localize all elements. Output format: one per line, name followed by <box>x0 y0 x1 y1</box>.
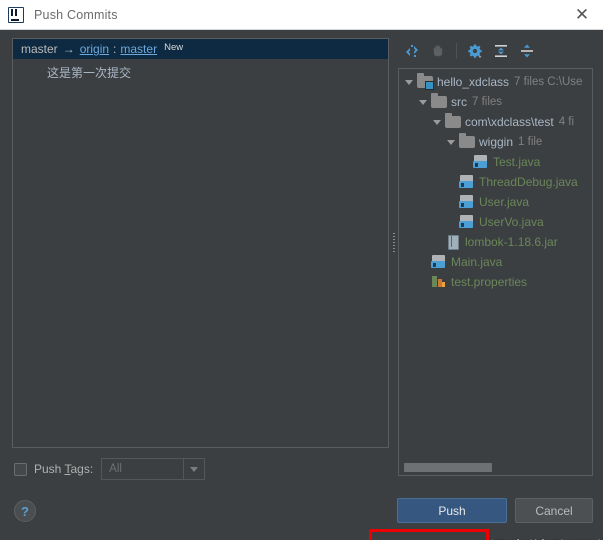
cancel-button[interactable]: Cancel <box>515 498 593 523</box>
tree-node[interactable]: UserVo.java <box>399 212 592 232</box>
tree-node-label: com\xdclass\test <box>465 115 554 129</box>
annotation-highlight-box <box>369 529 489 540</box>
panel-splitter[interactable] <box>390 38 398 448</box>
push-tags-select-value: All <box>109 463 122 475</box>
push-button[interactable]: Push <box>397 498 507 523</box>
tree-node[interactable]: Main.java <box>399 252 592 272</box>
java-file-icon <box>431 255 447 269</box>
tree-node-label: Main.java <box>451 255 503 269</box>
tree-node-meta: 7 files <box>472 96 503 108</box>
tree-node[interactable]: lombok-1.18.6.jar <box>399 232 592 252</box>
java-file-icon <box>459 215 475 229</box>
tree-nodes: hello_xdclass 7 files C:\Use src 7 files com… <box>399 72 592 292</box>
dialog-button-row: Push Cancel <box>397 498 593 523</box>
push-tags-row: Push Tags: All <box>14 458 206 480</box>
tree-node[interactable]: src 7 files <box>399 92 592 112</box>
folder-icon <box>445 113 461 128</box>
push-tags-select[interactable]: All <box>101 458 206 480</box>
splitter-grip-icon <box>393 233 395 253</box>
push-tags-label: Push Tags: <box>34 462 93 476</box>
settings-gear-icon[interactable] <box>464 40 486 62</box>
push-commits-dialog: Push Commits ✕ master → origin : master … <box>0 0 603 540</box>
watermark-text: CSDN @程序猿张同学 <box>393 533 603 540</box>
tree-node-label: hello_xdclass <box>437 75 510 89</box>
properties-file-icon <box>431 275 447 289</box>
push-tags-label-post: ags: <box>70 462 94 476</box>
help-button[interactable]: ? <box>14 500 36 522</box>
tree-toolbar <box>398 38 591 64</box>
tree-node-label: User.java <box>479 195 530 209</box>
tree-node[interactable]: wiggin 1 file <box>399 132 592 152</box>
folder-icon <box>431 93 447 108</box>
chevron-down-icon[interactable] <box>183 459 204 479</box>
tree-node-label: Test.java <box>493 155 541 169</box>
collapse-all-icon[interactable] <box>490 40 512 62</box>
window-title: Push Commits <box>34 7 118 22</box>
tree-node-label: wiggin <box>479 135 514 149</box>
tree-node-label: ThreadDebug.java <box>479 175 578 189</box>
show-diff-icon[interactable] <box>401 40 423 62</box>
java-file-icon <box>459 195 475 209</box>
close-icon[interactable]: ✕ <box>561 0 603 29</box>
changed-files-tree[interactable]: hello_xdclass 7 files C:\Use src 7 files com… <box>398 68 593 476</box>
title-bar: Push Commits ✕ <box>0 0 603 30</box>
remote-branch-link[interactable]: master <box>120 42 157 56</box>
commits-panel[interactable]: master → origin : master New 这是第一次提交 <box>12 38 389 448</box>
push-tags-label-pre: Push <box>34 462 65 476</box>
separator: : <box>113 42 117 56</box>
tree-node[interactable]: hello_xdclass 7 files C:\Use <box>399 72 592 92</box>
tree-node-label: src <box>451 95 467 109</box>
module-folder-icon <box>417 73 434 90</box>
new-badge: New <box>164 41 184 53</box>
dialog-body: master → origin : master New 这是第一次提交 hel… <box>0 30 603 540</box>
tree-node-meta: 7 files C:\Use <box>514 76 583 88</box>
toolbar-divider <box>456 43 457 59</box>
tree-node[interactable]: Test.java <box>399 152 592 172</box>
chevron-down-icon[interactable] <box>403 76 415 88</box>
tree-node-label: UserVo.java <box>479 215 544 229</box>
scrollbar-thumb[interactable] <box>404 463 492 472</box>
chevron-down-icon[interactable] <box>445 136 457 148</box>
jar-file-icon <box>445 235 461 250</box>
java-file-icon <box>473 155 489 169</box>
intellij-idea-icon <box>8 6 24 23</box>
tree-node-meta: 1 file <box>518 136 543 148</box>
tree-node[interactable]: ThreadDebug.java <box>399 172 592 192</box>
tree-node[interactable]: com\xdclass\test 4 fi <box>399 112 592 132</box>
remote-link[interactable]: origin <box>80 42 109 56</box>
chevron-down-icon[interactable] <box>431 116 443 128</box>
java-file-icon <box>459 175 475 189</box>
tree-node[interactable]: User.java <box>399 192 592 212</box>
hand-revert-icon[interactable] <box>427 40 449 62</box>
tree-node-label: lombok-1.18.6.jar <box>465 235 558 249</box>
repo-branch-header[interactable]: master → origin : master New <box>13 39 388 59</box>
tree-node[interactable]: test.properties <box>399 272 592 292</box>
commit-list-item[interactable]: 这是第一次提交 <box>13 59 388 81</box>
expand-all-icon[interactable] <box>516 40 538 62</box>
push-tags-checkbox[interactable] <box>14 462 27 476</box>
tree-node-meta: 4 fi <box>558 116 575 128</box>
folder-icon <box>459 133 475 148</box>
chevron-down-icon[interactable] <box>417 96 429 108</box>
arrow-icon: → <box>62 42 75 56</box>
tree-horizontal-scrollbar[interactable] <box>400 463 592 472</box>
tree-node-label: test.properties <box>451 275 528 289</box>
local-branch-label: master <box>21 42 58 56</box>
